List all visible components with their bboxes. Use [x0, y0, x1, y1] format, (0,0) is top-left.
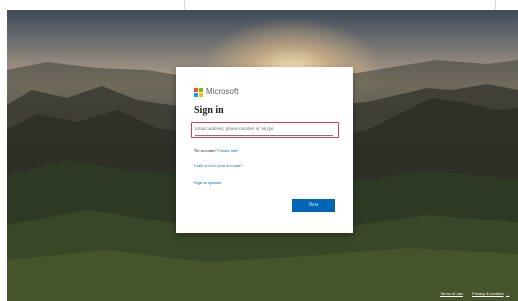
microsoft-windows-icon [194, 87, 203, 97]
privacy-link[interactable]: Privacy & cookies [472, 291, 504, 297]
more-options-link[interactable]: ... [506, 291, 509, 297]
terms-link[interactable]: Terms of use [440, 291, 463, 297]
no-account-text: No account? [194, 148, 217, 153]
next-button[interactable]: Next [292, 199, 335, 212]
email-field[interactable] [195, 124, 333, 136]
no-account-row: No account? Create one! [194, 148, 239, 154]
create-account-link[interactable]: Create one! [218, 148, 239, 153]
browser-frame-edge [184, 0, 496, 10]
email-field-focus-ring [191, 122, 339, 138]
cant-access-link[interactable]: Can't access your account? [194, 163, 242, 169]
microsoft-logo: Microsoft [194, 87, 238, 97]
page-title: Sign in [194, 105, 224, 116]
signin-options-link[interactable]: Sign in options [194, 180, 221, 186]
signin-card: Microsoft Sign in No account? Create one… [176, 67, 353, 233]
brand-name: Microsoft [206, 87, 239, 96]
